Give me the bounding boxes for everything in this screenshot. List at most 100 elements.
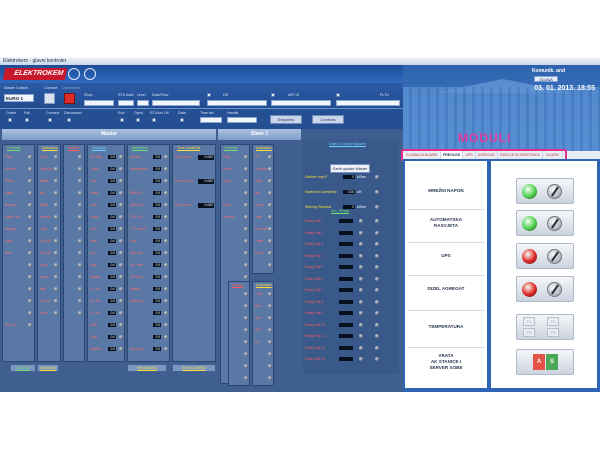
- module-title-line: DIZEL AGREGAT: [427, 286, 465, 291]
- logout-button[interactable]: ODJAVA: [534, 76, 558, 82]
- signal-led: [164, 263, 168, 267]
- signal-label: Ready: [90, 275, 100, 279]
- module-title-line: TEMPERATURA: [428, 324, 464, 329]
- handle-field[interactable]: [227, 117, 257, 123]
- module-indicator[interactable]: [516, 276, 574, 302]
- signal-label: Corridor: [255, 167, 268, 171]
- fail-checkbox[interactable]: [25, 118, 29, 122]
- user-name: Komunik. and: [531, 68, 565, 74]
- status-toolbar: Online Fail Connect Disconnect Run Open …: [0, 109, 403, 129]
- status-led-icon: [522, 249, 537, 264]
- signal-led: [54, 155, 58, 159]
- signal-label: PriAl: [90, 323, 98, 327]
- selector-knob-icon[interactable]: [547, 216, 562, 231]
- setpoints-button[interactable]: Setpoints: [270, 115, 302, 124]
- pltu-label: PLTU: [380, 93, 389, 97]
- relay-led-2: [375, 230, 379, 235]
- bottom-tab[interactable]: Controls: [10, 364, 36, 372]
- signal-label: BrEr: [255, 304, 262, 308]
- bottom-tab[interactable]: Indicators: [37, 364, 59, 372]
- time-set-field[interactable]: [200, 117, 222, 123]
- rtu-ok-checkbox[interactable]: [152, 118, 156, 122]
- signal-value: 0.0: [108, 323, 116, 327]
- door-button-s[interactable]: S: [546, 354, 558, 370]
- open-checkbox[interactable]: [136, 118, 140, 122]
- signal-led: [164, 335, 168, 339]
- signal-led: [28, 227, 32, 231]
- connect-button[interactable]: [44, 93, 55, 104]
- dr-field[interactable]: [207, 100, 267, 106]
- signal-value: 0.0: [108, 311, 116, 315]
- pltu-checkbox[interactable]: [336, 93, 340, 97]
- signal-led: [119, 239, 123, 243]
- signal-label: Isolator: [5, 227, 17, 231]
- module-separator: [407, 274, 485, 276]
- relay-label: Relay Fail 4: [305, 253, 323, 258]
- signal-led: [54, 215, 58, 219]
- master-cubicle-select[interactable]: EURO 1: [4, 94, 34, 102]
- module-indicator[interactable]: [516, 243, 574, 269]
- signal-value: 0.0: [153, 275, 161, 279]
- connect-checkbox[interactable]: [48, 118, 52, 122]
- signal-label: Sound: [40, 299, 50, 303]
- shop-field[interactable]: [84, 100, 114, 106]
- earth-update-button[interactable]: Earth update Master: [330, 164, 370, 173]
- module-indicator[interactable]: AS: [516, 349, 574, 375]
- bottom-tab[interactable]: Resistances: [127, 364, 167, 372]
- signal-led: [119, 275, 123, 279]
- data-checkbox[interactable]: [180, 118, 184, 122]
- selector-knob-icon[interactable]: [547, 184, 562, 199]
- air-checkbox[interactable]: [271, 93, 275, 97]
- disconnect-button[interactable]: [64, 93, 75, 104]
- signal-led: [54, 239, 58, 243]
- module-indicator[interactable]: [516, 178, 574, 204]
- disconnect-checkbox[interactable]: [67, 118, 71, 122]
- signal-led: [268, 227, 272, 231]
- signal-value: 0.0: [108, 167, 116, 171]
- relay-led: [359, 242, 363, 246]
- module-indicator[interactable]: [516, 210, 574, 236]
- signal-led: [28, 323, 32, 327]
- connect-label: Connect: [44, 86, 58, 90]
- signal-value: 0.0: [153, 335, 161, 339]
- signal-led: [268, 376, 272, 380]
- module-title: MREŽNI NAPON: [405, 188, 487, 194]
- signal-led: [164, 239, 168, 243]
- online-checkbox[interactable]: [8, 118, 12, 122]
- signal-led: [268, 340, 272, 344]
- status-led-icon: [522, 184, 537, 199]
- bottom-tab[interactable]: Time Cont/Fail: [172, 364, 216, 372]
- signal-led: [54, 179, 58, 183]
- signal-label: Ext: [255, 340, 260, 344]
- signal-value: 0.0: [153, 251, 161, 255]
- run-checkbox[interactable]: [120, 118, 124, 122]
- door-button-a[interactable]: A: [533, 354, 545, 370]
- signal-value: 0.0: [108, 347, 116, 351]
- signal-led: [268, 352, 272, 356]
- signal-label: HighOn: [90, 347, 102, 351]
- air-field[interactable]: [271, 100, 331, 106]
- dr-checkbox[interactable]: [207, 93, 211, 97]
- pltu-field[interactable]: [336, 100, 400, 106]
- datetime-field[interactable]: [152, 100, 200, 106]
- relay-label: Relay Fail 10: [305, 322, 325, 327]
- relay-led: [359, 265, 363, 269]
- rtu-field[interactable]: [118, 100, 134, 106]
- level-field[interactable]: [137, 100, 149, 106]
- selector-knob-icon[interactable]: [547, 282, 562, 297]
- signal-led: [78, 179, 82, 183]
- selector-knob-icon[interactable]: [547, 249, 562, 264]
- relay-value: [339, 276, 353, 281]
- signal-led: [164, 275, 168, 279]
- signal-led: [28, 155, 32, 159]
- slave-column-header: Alarms: [232, 283, 244, 287]
- signal-led: [244, 304, 248, 308]
- relay-label: Relay Fail 8: [305, 299, 323, 304]
- module-indicator[interactable]: T1 T2 T3 T4: [516, 314, 574, 340]
- signal-label: Tank: [40, 227, 48, 231]
- signal-label: Tank: [255, 215, 263, 219]
- signal-led: [54, 191, 58, 195]
- relay-led: [359, 311, 363, 315]
- controls-button[interactable]: Controls: [312, 115, 344, 124]
- signal-led: [268, 203, 272, 207]
